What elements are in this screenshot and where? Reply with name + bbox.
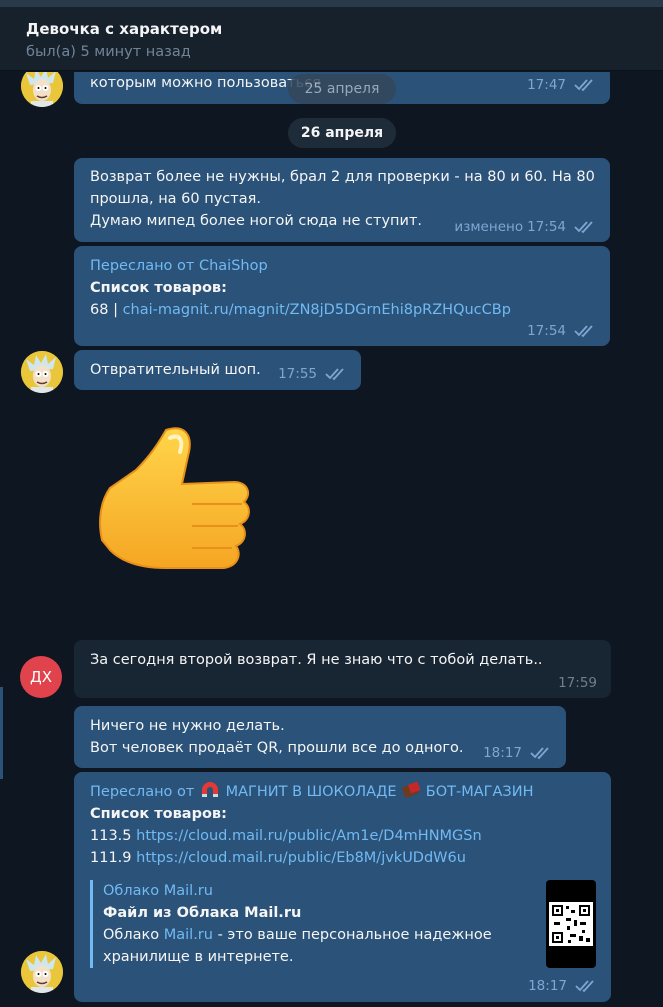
message-bubble[interactable]: Отвратительный шоп. 17:55	[74, 350, 361, 390]
edited-label: изменено	[454, 219, 524, 235]
product-line: 111.9 https://cloud.mail.ru/public/Eb8M/…	[90, 847, 466, 869]
product-link[interactable]: https://cloud.mail.ru/public/Eb8M/jvkUDd…	[136, 850, 466, 866]
message-bubble[interactable]: Ничего не нужно делать. Вот человек прод…	[74, 706, 566, 768]
message-time: 17:59	[558, 675, 597, 691]
read-checks-icon	[325, 368, 344, 381]
magnet-icon	[201, 782, 218, 797]
selection-edge	[0, 687, 3, 779]
message-time: 17:47	[527, 77, 566, 93]
list-heading: Список товаров:	[90, 280, 227, 296]
product-number: 68	[90, 302, 109, 318]
message-time: 18:17	[528, 978, 567, 994]
list-heading: Список товаров:	[90, 806, 227, 822]
contact-avatar[interactable]	[21, 351, 63, 393]
preview-description: Облако Mail.ru - это ваше персональное н…	[103, 924, 530, 946]
date-separator-ghost: 25 апреля	[288, 74, 396, 104]
message-time: 17:54	[527, 323, 566, 339]
message-bubble[interactable]: Возврат более не нужны, брал 2 для прове…	[74, 158, 610, 242]
message-time: 17:55	[278, 366, 317, 382]
preview-thumbnail[interactable]	[546, 880, 596, 968]
read-checks-icon	[574, 79, 593, 92]
preview-site: Облако Mail.ru	[103, 883, 213, 899]
forwarded-channel: МАГНИТ В ШОКОЛАДЕ	[225, 784, 397, 800]
message-text: которым можно пользоваться	[90, 75, 321, 91]
chat-title[interactable]: Девочка с характером	[26, 20, 222, 38]
link-preview[interactable]: Облако Mail.ru Файл из Облака Mail.ru Об…	[90, 880, 530, 968]
product-number: 111.9	[90, 850, 132, 866]
message-time: 18:17	[483, 745, 522, 761]
message-line: Думаю мипед более ногой сюда не ступит.	[90, 213, 423, 229]
forwarded-message[interactable]: Переслано от ChaiShop Список товаров: 68…	[74, 246, 610, 346]
contact-avatar[interactable]	[21, 72, 63, 107]
message-line: Возврат более не нужны, брал 2 для прове…	[90, 169, 595, 185]
contact-avatar[interactable]	[21, 951, 63, 993]
message-list[interactable]: которым можно пользоваться 17:47 25 апре…	[0, 72, 663, 1007]
message-text: Отвратительный шоп.	[90, 362, 261, 378]
forwarded-from[interactable]: Переслано от МАГНИТ В ШОКОЛАДЕ БОТ-МАГАЗ…	[90, 781, 533, 803]
read-checks-icon	[574, 221, 593, 234]
message-line: Вот человек продаёт QR, прошли все до од…	[90, 740, 464, 756]
separator: |	[113, 302, 118, 318]
date-separator: 26 апреля	[288, 118, 396, 148]
read-checks-icon	[574, 325, 593, 338]
read-checks-icon	[530, 747, 549, 760]
product-line: 68 | chai-magnit.ru/magnit/ZN8jD5DGrnEhi…	[90, 299, 511, 321]
contact-avatar-initials[interactable]: ДХ	[20, 656, 62, 698]
forwarded-suffix: БОТ-МАГАЗИН	[425, 784, 534, 800]
qr-code-icon	[549, 902, 593, 946]
preview-title: Файл из Облака Mail.ru	[103, 905, 302, 921]
chat-status: был(а) 5 минут назад	[26, 44, 191, 60]
message-bubble-incoming[interactable]: За сегодня второй возврат. Я не знаю что…	[74, 640, 611, 698]
message-line: прошла, на 60 пустая.	[90, 191, 261, 207]
forwarded-message[interactable]: Переслано от МАГНИТ В ШОКОЛАДЕ БОТ-МАГАЗ…	[74, 772, 611, 1002]
product-link[interactable]: https://cloud.mail.ru/public/Am1e/D4mHNM…	[136, 828, 482, 844]
message-text: За сегодня второй возврат. Я не знаю что…	[90, 652, 543, 668]
read-checks-icon	[575, 980, 594, 993]
thumbs-up-icon[interactable]	[96, 422, 254, 590]
preview-desc-text: Облако	[103, 927, 164, 943]
preview-description-line2: хранилище в интернете.	[103, 949, 294, 965]
top-strip	[0, 0, 663, 7]
product-number: 113.5	[90, 828, 132, 844]
message-line: Ничего не нужно делать.	[90, 718, 285, 734]
preview-desc-link[interactable]: Mail.ru	[164, 927, 213, 943]
chocolate-icon	[402, 781, 421, 798]
product-link[interactable]: chai-magnit.ru/magnit/ZN8jD5DGrnEhi8pRZH…	[123, 302, 511, 318]
avatar-initials: ДХ	[30, 668, 52, 686]
message-time: 17:54	[527, 219, 566, 235]
forwarded-from[interactable]: Переслано от ChaiShop	[90, 255, 268, 277]
product-line: 113.5 https://cloud.mail.ru/public/Am1e/…	[90, 825, 482, 847]
forwarded-prefix: Переслано от	[90, 784, 195, 800]
chat-header[interactable]: Девочка с характером был(а) 5 минут наза…	[0, 7, 663, 71]
preview-desc-text: - это ваше персональное надежное	[212, 927, 492, 943]
